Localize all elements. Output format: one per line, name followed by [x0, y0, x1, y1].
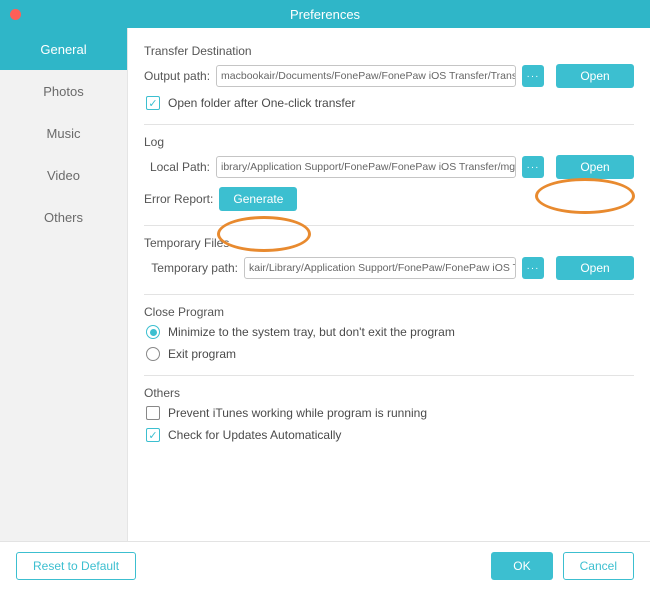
section-title-temp: Temporary Files — [144, 236, 634, 250]
sidebar-item-label: General — [40, 42, 86, 57]
local-path-browse-button[interactable]: ··· — [522, 156, 544, 178]
open-button-label: Open — [580, 69, 609, 83]
titlebar: Preferences — [0, 0, 650, 28]
body: General Photos Music Video Others Transf… — [0, 28, 650, 541]
sidebar-item-others[interactable]: Others — [0, 196, 127, 238]
reset-to-default-button[interactable]: Reset to Default — [16, 552, 136, 580]
output-path-open-button[interactable]: Open — [556, 64, 634, 88]
local-path-input[interactable]: ibrary/Application Support/FonePaw/FoneP… — [216, 156, 516, 178]
ellipsis-icon: ··· — [527, 263, 540, 274]
footer: Reset to Default OK Cancel — [0, 541, 650, 589]
section-title-transfer: Transfer Destination — [144, 44, 634, 58]
sidebar-item-music[interactable]: Music — [0, 112, 127, 154]
open-folder-checkbox-label: Open folder after One-click transfer — [168, 96, 355, 110]
local-path-label: Local Path: — [144, 160, 216, 174]
cancel-button[interactable]: Cancel — [563, 552, 634, 580]
divider — [144, 294, 634, 295]
sidebar-item-label: Video — [47, 168, 80, 183]
exit-radio[interactable] — [146, 347, 160, 361]
section-title-log: Log — [144, 135, 634, 149]
ellipsis-icon: ··· — [527, 162, 540, 173]
prevent-itunes-label: Prevent iTunes working while program is … — [168, 406, 427, 420]
ok-button[interactable]: OK — [491, 552, 552, 580]
local-path-value: ibrary/Application Support/FonePaw/FoneP… — [221, 161, 516, 173]
sidebar-item-label: Others — [44, 210, 83, 225]
window-title: Preferences — [0, 7, 650, 22]
output-path-value: macbookair/Documents/FonePaw/FonePaw iOS… — [221, 70, 516, 82]
preferences-window: Preferences General Photos Music Video O… — [0, 0, 650, 589]
temp-path-input[interactable]: kair/Library/Application Support/FonePaw… — [244, 257, 516, 279]
temp-path-value: kair/Library/Application Support/FonePaw… — [249, 262, 516, 274]
log-open-button[interactable]: Open — [556, 155, 634, 179]
open-button-label: Open — [580, 160, 609, 174]
check-updates-label: Check for Updates Automatically — [168, 428, 341, 442]
minimize-radio-label: Minimize to the system tray, but don't e… — [168, 325, 455, 339]
section-title-close: Close Program — [144, 305, 634, 319]
section-title-others: Others — [144, 386, 634, 400]
open-button-label: Open — [580, 261, 609, 275]
output-path-browse-button[interactable]: ··· — [522, 65, 544, 87]
output-path-label: Output path: — [144, 69, 216, 83]
minimize-radio[interactable] — [146, 325, 160, 339]
cancel-button-label: Cancel — [580, 559, 617, 573]
sidebar-item-video[interactable]: Video — [0, 154, 127, 196]
ok-button-label: OK — [513, 559, 530, 573]
reset-button-label: Reset to Default — [33, 559, 119, 573]
content-pane: Transfer Destination Output path: macboo… — [128, 28, 650, 541]
divider — [144, 225, 634, 226]
sidebar: General Photos Music Video Others — [0, 28, 128, 541]
divider — [144, 124, 634, 125]
check-updates-checkbox[interactable]: ✓ — [146, 428, 160, 442]
temp-open-button[interactable]: Open — [556, 256, 634, 280]
sidebar-item-photos[interactable]: Photos — [0, 70, 127, 112]
open-folder-checkbox[interactable]: ✓ — [146, 96, 160, 110]
generate-button[interactable]: Generate — [219, 187, 297, 211]
temp-path-browse-button[interactable]: ··· — [522, 257, 544, 279]
sidebar-item-label: Photos — [43, 84, 83, 99]
sidebar-item-general[interactable]: General — [0, 28, 127, 70]
ellipsis-icon: ··· — [527, 71, 540, 82]
output-path-input[interactable]: macbookair/Documents/FonePaw/FonePaw iOS… — [216, 65, 516, 87]
error-report-label: Error Report: — [144, 192, 219, 206]
sidebar-item-label: Music — [47, 126, 81, 141]
exit-radio-label: Exit program — [168, 347, 236, 361]
prevent-itunes-checkbox[interactable]: ✓ — [146, 406, 160, 420]
temp-path-label: Temporary path: — [144, 261, 244, 275]
generate-button-label: Generate — [233, 192, 283, 206]
divider — [144, 375, 634, 376]
